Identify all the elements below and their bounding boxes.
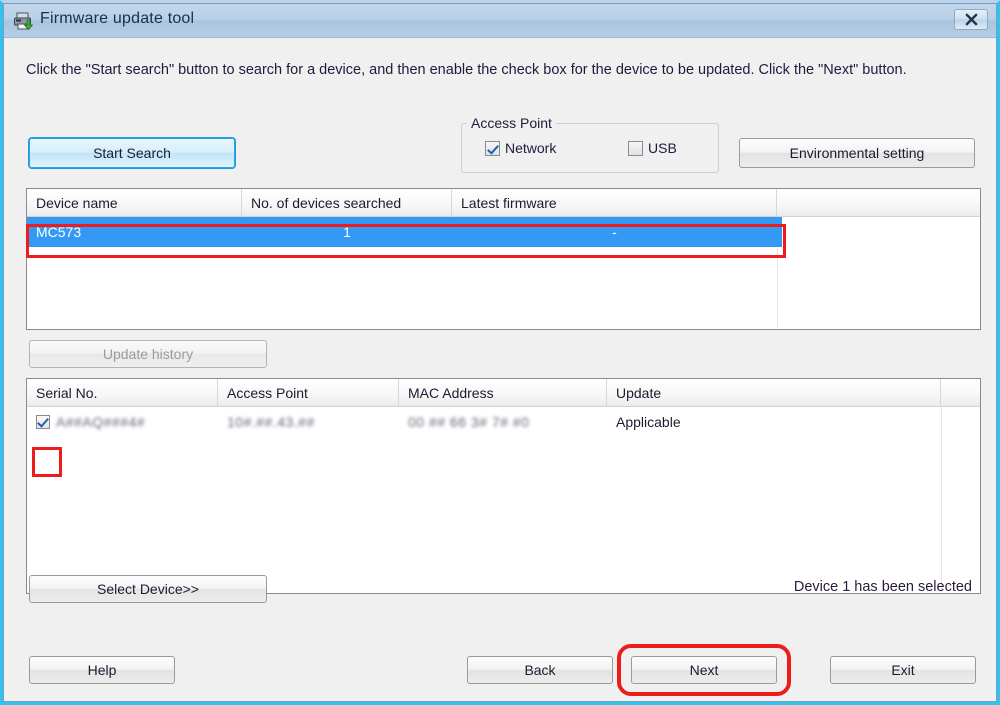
device-table-col-devices-searched[interactable]: No. of devices searched xyxy=(242,189,452,217)
next-button[interactable]: Next xyxy=(631,656,777,684)
close-glyph xyxy=(965,13,977,26)
help-button[interactable]: Help xyxy=(29,656,175,684)
access-point-usb-option[interactable]: USB xyxy=(628,140,677,156)
window-inner-frame: Firmware update tool Click the "Start se… xyxy=(3,3,997,702)
serial-table-col-access-point[interactable]: Access Point xyxy=(218,379,399,407)
exit-button[interactable]: Exit xyxy=(830,656,976,684)
mac-address-cell: 00 ## 66 3# 7# #0 xyxy=(408,414,530,430)
titlebar: Firmware update tool xyxy=(4,4,996,38)
device-table-col-extra[interactable] xyxy=(777,189,980,217)
device-table-col-device-name[interactable]: Device name xyxy=(27,189,242,217)
device-name-cell: MC573 xyxy=(36,224,82,240)
update-history-button[interactable]: Update history xyxy=(29,340,267,368)
back-label: Back xyxy=(524,662,556,678)
usb-checkbox[interactable] xyxy=(628,140,643,156)
update-history-label: Update history xyxy=(102,346,194,362)
update-status-cell: Applicable xyxy=(616,414,681,430)
serial-table-header: Serial No. Access Point MAC Address Upda… xyxy=(27,379,980,407)
printer-download-icon xyxy=(14,12,33,31)
row-select-checkbox[interactable] xyxy=(36,415,50,429)
environmental-setting-label: Environmental setting xyxy=(789,145,925,161)
firmware-update-tool-window: Firmware update tool Click the "Start se… xyxy=(0,0,1000,705)
access-point-cell: 10#.##.43.## xyxy=(227,414,315,430)
device-table-header: Device name No. of devices searched Late… xyxy=(27,189,980,217)
devices-searched-cell: 1 xyxy=(343,224,351,240)
table-row[interactable]: MC573 1 - xyxy=(27,217,782,247)
table-row[interactable]: A##AQ###4# 10#.##.43.## 00 ## 66 3# 7# #… xyxy=(27,407,980,437)
selection-status-text: Device 1 has been selected xyxy=(793,579,972,595)
usb-label: USB xyxy=(648,140,677,156)
next-label: Next xyxy=(689,662,719,678)
serial-no-cell: A##AQ###4# xyxy=(27,407,218,437)
instructions-text: Click the "Start search" button to searc… xyxy=(26,62,907,78)
help-label: Help xyxy=(87,662,117,678)
serial-table-col-update[interactable]: Update xyxy=(607,379,941,407)
latest-firmware-cell: - xyxy=(612,224,617,240)
network-label: Network xyxy=(505,140,557,156)
serial-table-col-extra[interactable] xyxy=(941,379,980,407)
serial-table-col-serial-no[interactable]: Serial No. xyxy=(27,379,218,407)
close-icon[interactable] xyxy=(954,9,988,30)
client-area: Click the "Start search" button to searc… xyxy=(4,38,996,701)
network-checkbox[interactable] xyxy=(485,140,500,156)
back-button[interactable]: Back xyxy=(467,656,613,684)
start-search-button[interactable]: Start Search xyxy=(29,138,235,168)
access-point-network-option[interactable]: Network xyxy=(485,140,556,156)
device-list-table[interactable]: Device name No. of devices searched Late… xyxy=(26,188,981,330)
serial-table-col-mac-address[interactable]: MAC Address xyxy=(399,379,607,407)
start-search-label: Start Search xyxy=(93,145,171,161)
serial-no-value: A##AQ###4# xyxy=(56,414,146,430)
environmental-setting-button[interactable]: Environmental setting xyxy=(739,138,975,168)
serial-list-table[interactable]: Serial No. Access Point MAC Address Upda… xyxy=(26,378,981,594)
access-point-group-title: Access Point xyxy=(467,115,556,131)
device-table-col-latest-firmware[interactable]: Latest firmware xyxy=(452,189,777,217)
select-device-label: Select Device>> xyxy=(97,581,199,597)
select-device-button[interactable]: Select Device>> xyxy=(29,575,267,603)
window-title: Firmware update tool xyxy=(40,10,195,27)
exit-label: Exit xyxy=(891,662,915,678)
